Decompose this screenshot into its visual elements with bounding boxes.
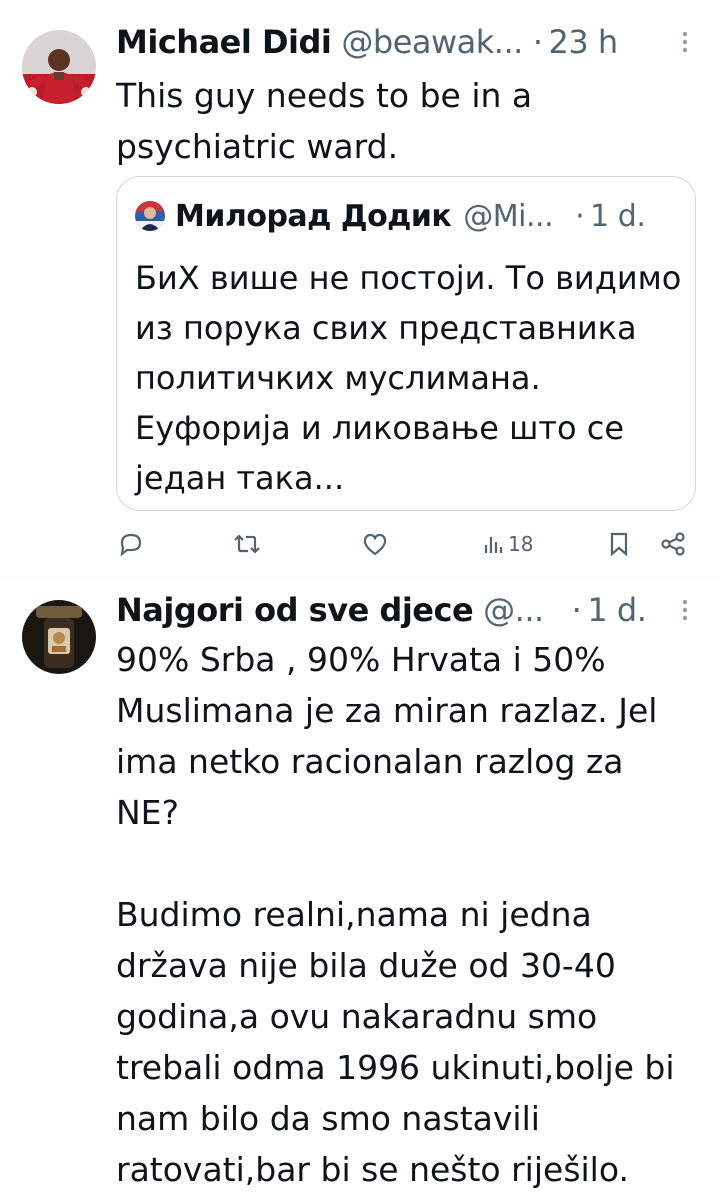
- more-options-icon[interactable]: [680, 594, 690, 626]
- dark-photo-avatar: [22, 600, 96, 674]
- quoted-author-avatar: [135, 201, 165, 231]
- views-icon: [484, 537, 503, 553]
- timestamp[interactable]: 1 d.: [587, 591, 647, 629]
- share-button[interactable]: [658, 524, 688, 564]
- bookmark-button[interactable]: [606, 524, 632, 564]
- retweet-button[interactable]: [231, 524, 263, 564]
- tweet-header: Michael Didi @beawak... · 23 h: [116, 22, 690, 62]
- reply-icon: [120, 533, 142, 557]
- timestamp[interactable]: 23 h: [548, 23, 618, 61]
- quoted-tweet[interactable]: Милорад Додик @Mi... · 1 d. БиХ више не …: [116, 176, 696, 511]
- heart-icon: [363, 533, 387, 556]
- share-icon: [661, 532, 685, 556]
- retweet-icon: [234, 534, 260, 554]
- quoted-tweet-header: Милорад Додик @Mi... · 1 d.: [135, 197, 677, 235]
- views-button[interactable]: 18: [482, 524, 533, 564]
- quoted-timestamp[interactable]: 1 d.: [590, 199, 646, 234]
- separator-dot: ·: [575, 198, 585, 234]
- football-player-avatar: [22, 30, 96, 104]
- more-options-icon[interactable]: [680, 26, 690, 58]
- quoted-author-handle[interactable]: @Mi...: [463, 199, 553, 234]
- author-name[interactable]: Michael Didi: [116, 23, 332, 61]
- tweet-header: Najgori od sve djece @... · 1 d.: [116, 590, 690, 630]
- author-avatar[interactable]: [22, 30, 96, 104]
- author-handle[interactable]: @...: [483, 591, 544, 629]
- separator-dot: ·: [532, 23, 543, 61]
- bookmark-icon: [610, 532, 628, 557]
- tweet[interactable]: Michael Didi @beawak... · 23 h This guy …: [0, 0, 720, 577]
- tweet-text: 90% Srba , 90% Hrvata i 50% Muslimana je…: [116, 640, 675, 1189]
- tweet-text: This guy needs to be in a psychiatric wa…: [116, 76, 533, 166]
- separator-dot: ·: [571, 591, 582, 629]
- tweet-actions: 18: [116, 524, 696, 564]
- author-handle[interactable]: @beawak...: [341, 23, 523, 61]
- quoted-author-name[interactable]: Милорад Додик: [175, 199, 452, 234]
- politician-avatar: [135, 201, 165, 231]
- reply-button[interactable]: [116, 524, 146, 564]
- author-name[interactable]: Najgori od sve djece: [116, 591, 474, 629]
- tweet[interactable]: Najgori od sve djece @... · 1 d. 90% Srb…: [0, 578, 720, 1191]
- views-count: 18: [508, 532, 534, 556]
- author-avatar[interactable]: [22, 600, 96, 674]
- like-button[interactable]: [360, 524, 390, 564]
- quoted-tweet-text: БиХ више не постоји. То видимо из порука…: [135, 259, 682, 497]
